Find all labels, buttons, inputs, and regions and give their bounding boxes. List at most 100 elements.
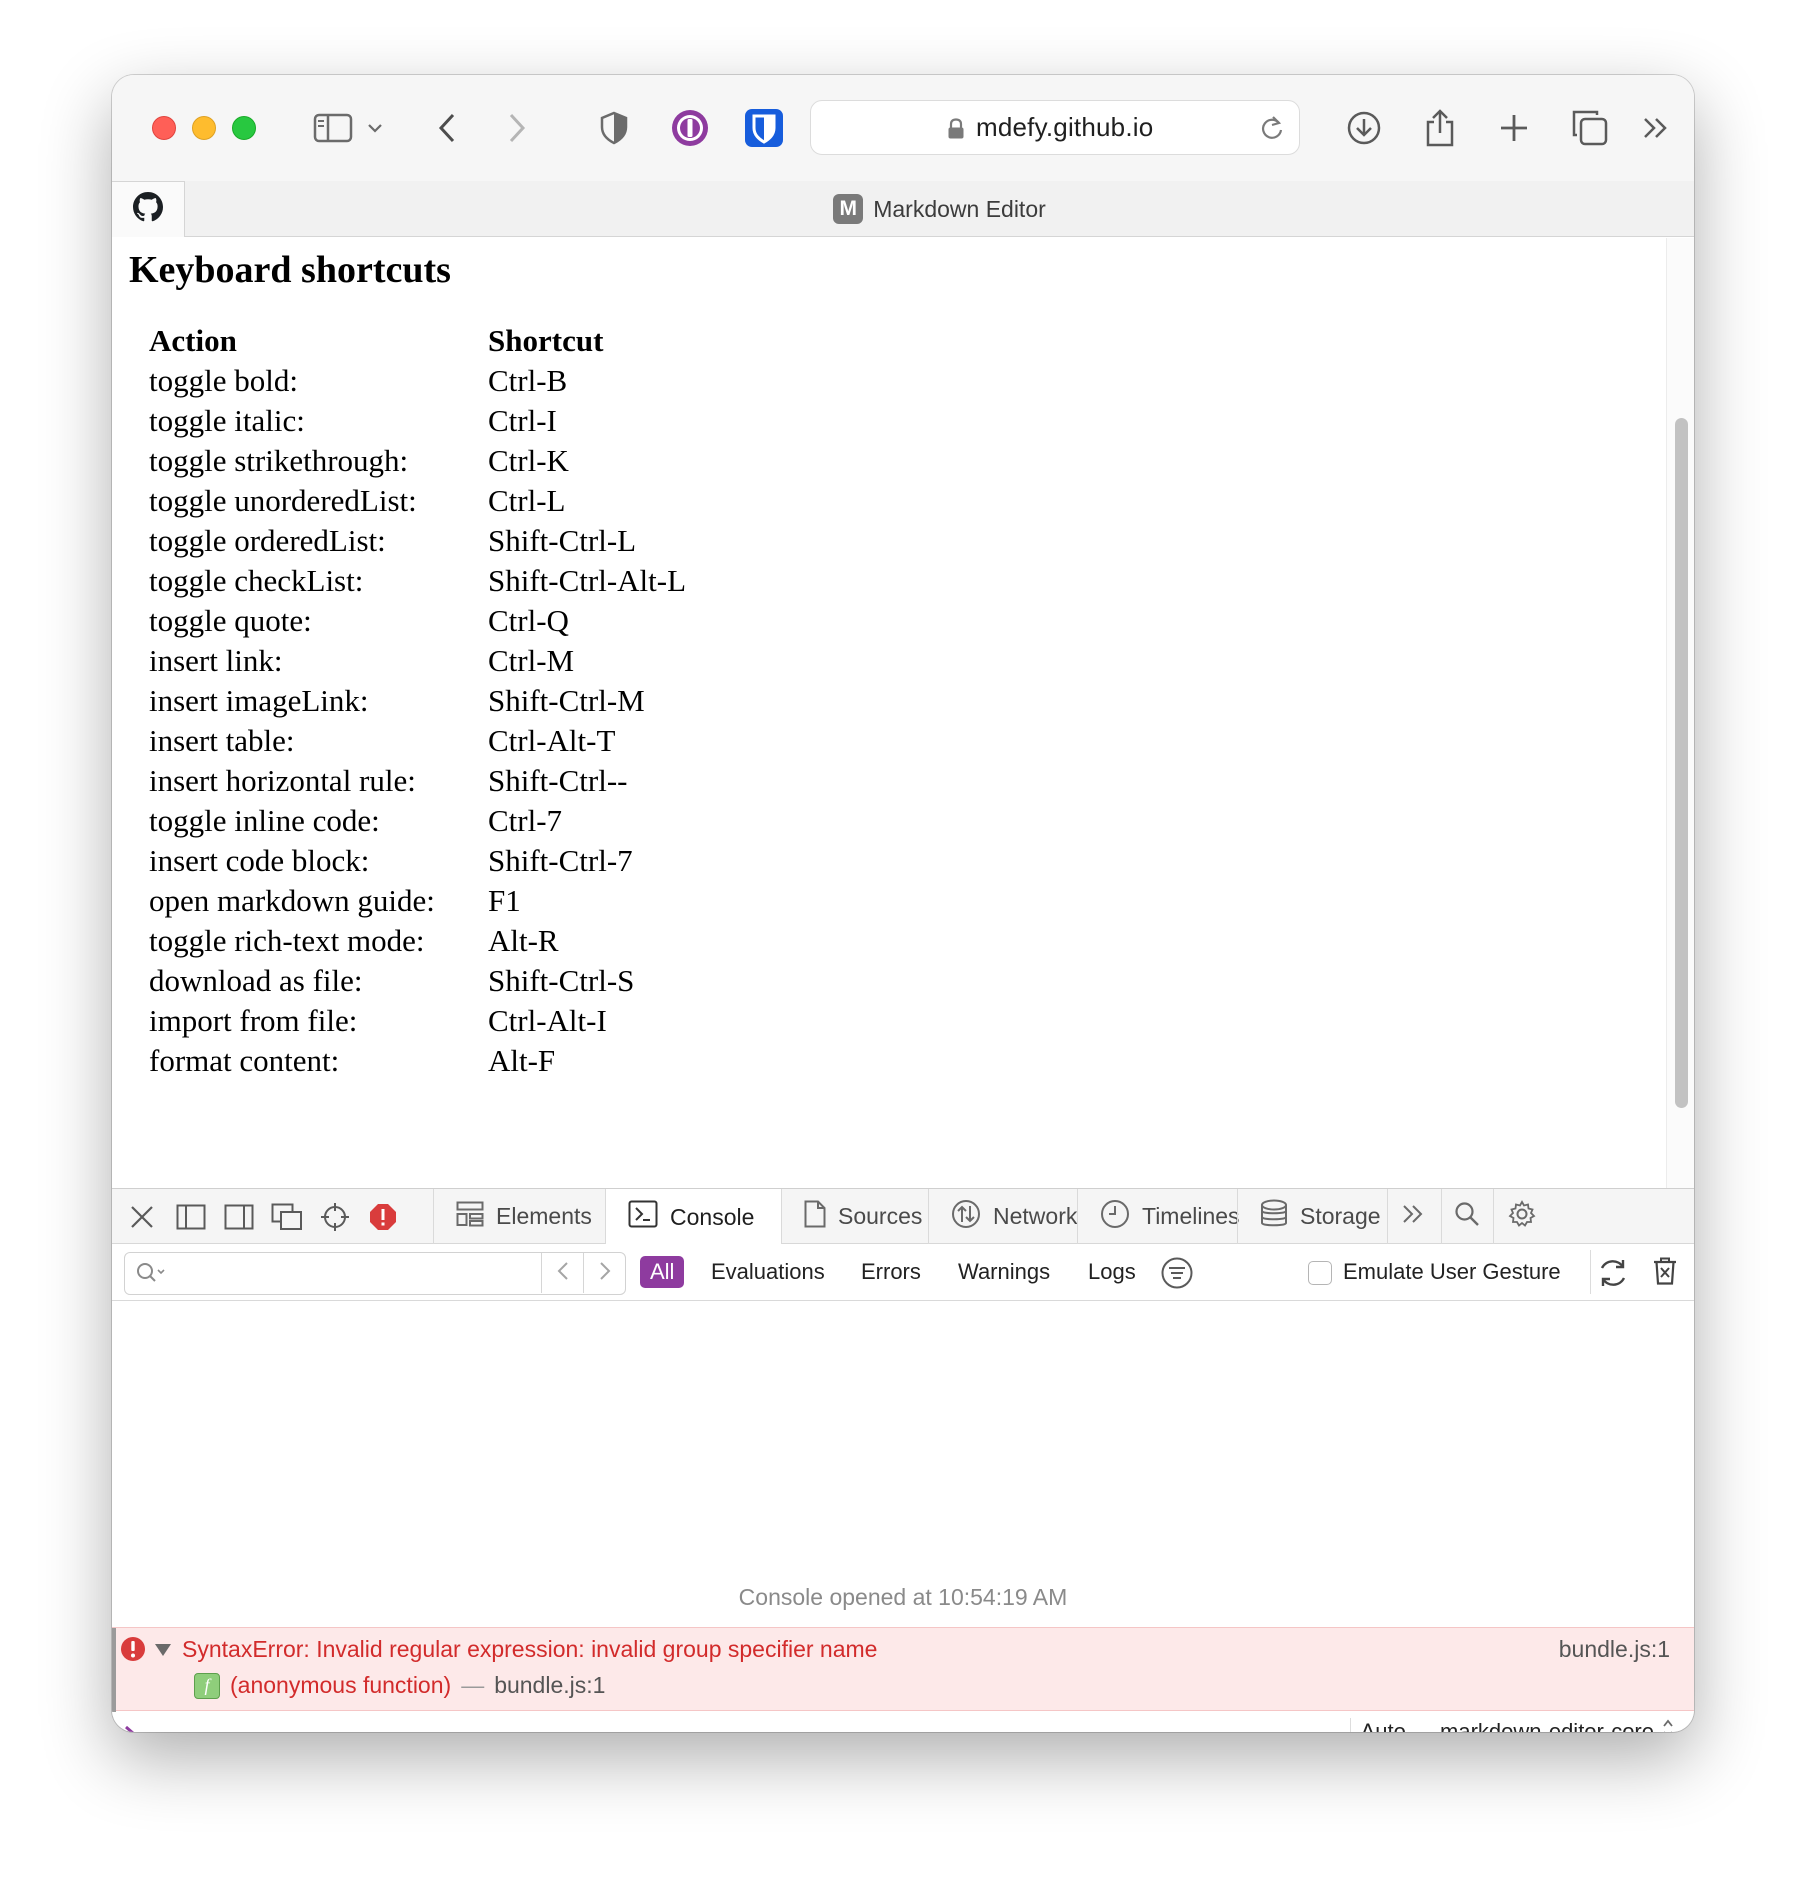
chevron-left-icon bbox=[557, 1261, 569, 1286]
console-error-message[interactable]: SyntaxError: Invalid regular expression:… bbox=[112, 1627, 1694, 1712]
devtools-search-button[interactable] bbox=[1441, 1189, 1493, 1244]
error-icon bbox=[120, 1636, 146, 1667]
table-row: toggle strikethrough: Ctrl-K bbox=[149, 441, 686, 481]
shortcut-cell: Ctrl-L bbox=[488, 483, 566, 518]
active-tab[interactable]: M Markdown Editor bbox=[185, 181, 1694, 237]
filter-logs-button[interactable]: Logs bbox=[1088, 1256, 1136, 1288]
sidebar-toggle-icon[interactable] bbox=[308, 105, 358, 151]
github-icon bbox=[133, 192, 163, 227]
more-chevrons-icon[interactable] bbox=[1638, 105, 1674, 151]
table-row: toggle bold: Ctrl-B bbox=[149, 361, 686, 401]
privacy-shield-icon[interactable] bbox=[594, 105, 634, 151]
table-row: import from file: Ctrl-Alt-I bbox=[149, 1001, 686, 1041]
forward-arrow-icon[interactable] bbox=[500, 105, 534, 151]
browser-toolbar: mdefy.github.io bbox=[112, 75, 1694, 181]
preserve-log-icon[interactable] bbox=[1596, 1256, 1630, 1295]
filter-options-icon[interactable] bbox=[1160, 1256, 1194, 1295]
table-row: insert imageLink: Shift-Ctrl-M bbox=[149, 681, 686, 721]
tab-overview-icon[interactable] bbox=[1568, 105, 1612, 151]
bitwarden-extension-icon[interactable] bbox=[742, 105, 786, 151]
emulate-user-gesture-checkbox[interactable] bbox=[1308, 1261, 1332, 1285]
function-badge-icon: f bbox=[194, 1672, 220, 1699]
action-cell: open markdown guide: bbox=[149, 883, 435, 918]
more-tabs-button[interactable] bbox=[1387, 1189, 1441, 1244]
divider bbox=[1590, 1250, 1591, 1294]
shortcut-cell: Ctrl-K bbox=[488, 443, 569, 478]
tab-sources-label: Sources bbox=[838, 1203, 923, 1229]
chevron-down-icon[interactable] bbox=[362, 105, 388, 151]
trace-separator: — bbox=[461, 1672, 485, 1698]
console-output: Console opened at 10:54:19 AM SyntaxErro… bbox=[112, 1302, 1694, 1732]
detach-window-icon[interactable] bbox=[271, 1201, 303, 1233]
dock-left-icon[interactable] bbox=[175, 1201, 207, 1233]
clock-icon bbox=[1100, 1199, 1130, 1235]
tab-elements-label: Elements bbox=[496, 1203, 592, 1229]
address-bar[interactable]: mdefy.github.io bbox=[810, 100, 1300, 155]
next-match-button[interactable] bbox=[583, 1253, 625, 1293]
stack-trace-frame[interactable]: f (anonymous function) — bundle.js:1 bbox=[194, 1672, 605, 1699]
previous-match-button[interactable] bbox=[541, 1253, 583, 1293]
pinned-tab-github[interactable] bbox=[112, 181, 185, 237]
error-indicator-icon[interactable] bbox=[367, 1201, 399, 1233]
page-scrollbar[interactable] bbox=[1666, 238, 1694, 1188]
browser-window: mdefy.github.io M Markdown Editor Keyboa… bbox=[112, 75, 1694, 1732]
action-cell: toggle inline code: bbox=[149, 803, 380, 838]
action-cell: import from file: bbox=[149, 1003, 358, 1038]
zoom-window-button[interactable] bbox=[232, 116, 256, 140]
tab-console[interactable]: Console bbox=[605, 1189, 781, 1245]
close-window-button[interactable] bbox=[152, 116, 176, 140]
table-row: format content: Alt-F bbox=[149, 1041, 686, 1081]
execution-context-select[interactable]: Auto — markdown-editor-core bbox=[1349, 1718, 1674, 1732]
tab-network[interactable]: Network bbox=[928, 1189, 1077, 1244]
console-filter-bar: All Evaluations Errors Warnings Logs Emu… bbox=[112, 1244, 1694, 1301]
filter-errors-button[interactable]: Errors bbox=[861, 1256, 921, 1288]
inspect-element-icon[interactable] bbox=[319, 1201, 351, 1233]
minimize-window-button[interactable] bbox=[192, 116, 216, 140]
clear-console-icon[interactable] bbox=[1652, 1256, 1678, 1291]
filter-evaluations-button[interactable]: Evaluations bbox=[711, 1256, 825, 1288]
dock-right-icon[interactable] bbox=[223, 1201, 255, 1233]
tab-sources[interactable]: Sources bbox=[781, 1189, 928, 1244]
shortcut-cell: Shift-Ctrl-L bbox=[488, 523, 637, 558]
devtools-settings-button[interactable] bbox=[1493, 1189, 1694, 1244]
console-prompt[interactable]: Auto — markdown-editor-core bbox=[112, 1711, 1694, 1732]
error-message-text: SyntaxError: Invalid regular expression:… bbox=[182, 1636, 878, 1662]
console-filter-input[interactable] bbox=[124, 1252, 626, 1295]
table-row: toggle italic: Ctrl-I bbox=[149, 401, 686, 441]
error-row-marker bbox=[112, 1628, 116, 1712]
chevron-right-icon bbox=[599, 1261, 611, 1286]
filter-all-button[interactable]: All bbox=[640, 1256, 685, 1288]
page-content: Keyboard shortcuts Action Shortcut toggl… bbox=[112, 238, 1694, 1188]
action-cell: toggle checkList: bbox=[149, 563, 364, 598]
table-row: insert table: Ctrl-Alt-T bbox=[149, 721, 686, 761]
filter-warnings-button[interactable]: Warnings bbox=[958, 1256, 1050, 1288]
share-icon[interactable] bbox=[1420, 105, 1460, 151]
search-filter-icon bbox=[135, 1261, 167, 1290]
new-tab-plus-icon[interactable] bbox=[1494, 105, 1534, 151]
action-cell: toggle italic: bbox=[149, 403, 305, 438]
table-row: toggle checkList: Shift-Ctrl-Alt-L bbox=[149, 561, 686, 601]
onepassword-extension-icon[interactable] bbox=[668, 105, 712, 151]
downloads-icon[interactable] bbox=[1344, 105, 1384, 151]
page-scrollbar-thumb[interactable] bbox=[1675, 418, 1688, 1108]
column-header-shortcut: Shortcut bbox=[488, 323, 604, 358]
tab-elements[interactable]: Elements bbox=[433, 1189, 605, 1244]
tab-storage[interactable]: Storage bbox=[1237, 1189, 1387, 1244]
disclosure-triangle-icon[interactable] bbox=[154, 1643, 172, 1662]
table-row: toggle inline code: Ctrl-7 bbox=[149, 801, 686, 841]
shortcut-cell: Alt-R bbox=[488, 923, 559, 958]
shortcut-cell: Ctrl-Alt-T bbox=[488, 723, 616, 758]
reload-icon[interactable] bbox=[1259, 114, 1285, 147]
tab-network-label: Network bbox=[993, 1203, 1078, 1229]
shortcut-cell: Shift-Ctrl-Alt-L bbox=[488, 563, 687, 598]
shortcut-cell: F1 bbox=[488, 883, 521, 918]
close-devtools-icon[interactable] bbox=[126, 1201, 158, 1233]
table-row: download as file: Shift-Ctrl-S bbox=[149, 961, 686, 1001]
more-chevrons-icon bbox=[1402, 1203, 1424, 1230]
tab-timelines[interactable]: Timelines bbox=[1077, 1189, 1240, 1244]
emulate-user-gesture-label: Emulate User Gesture bbox=[1343, 1259, 1561, 1284]
error-source-link[interactable]: bundle.js:1 bbox=[1559, 1636, 1670, 1663]
back-arrow-icon[interactable] bbox=[430, 105, 464, 151]
sources-icon bbox=[804, 1200, 826, 1234]
trace-file-link[interactable]: bundle.js:1 bbox=[494, 1672, 605, 1699]
